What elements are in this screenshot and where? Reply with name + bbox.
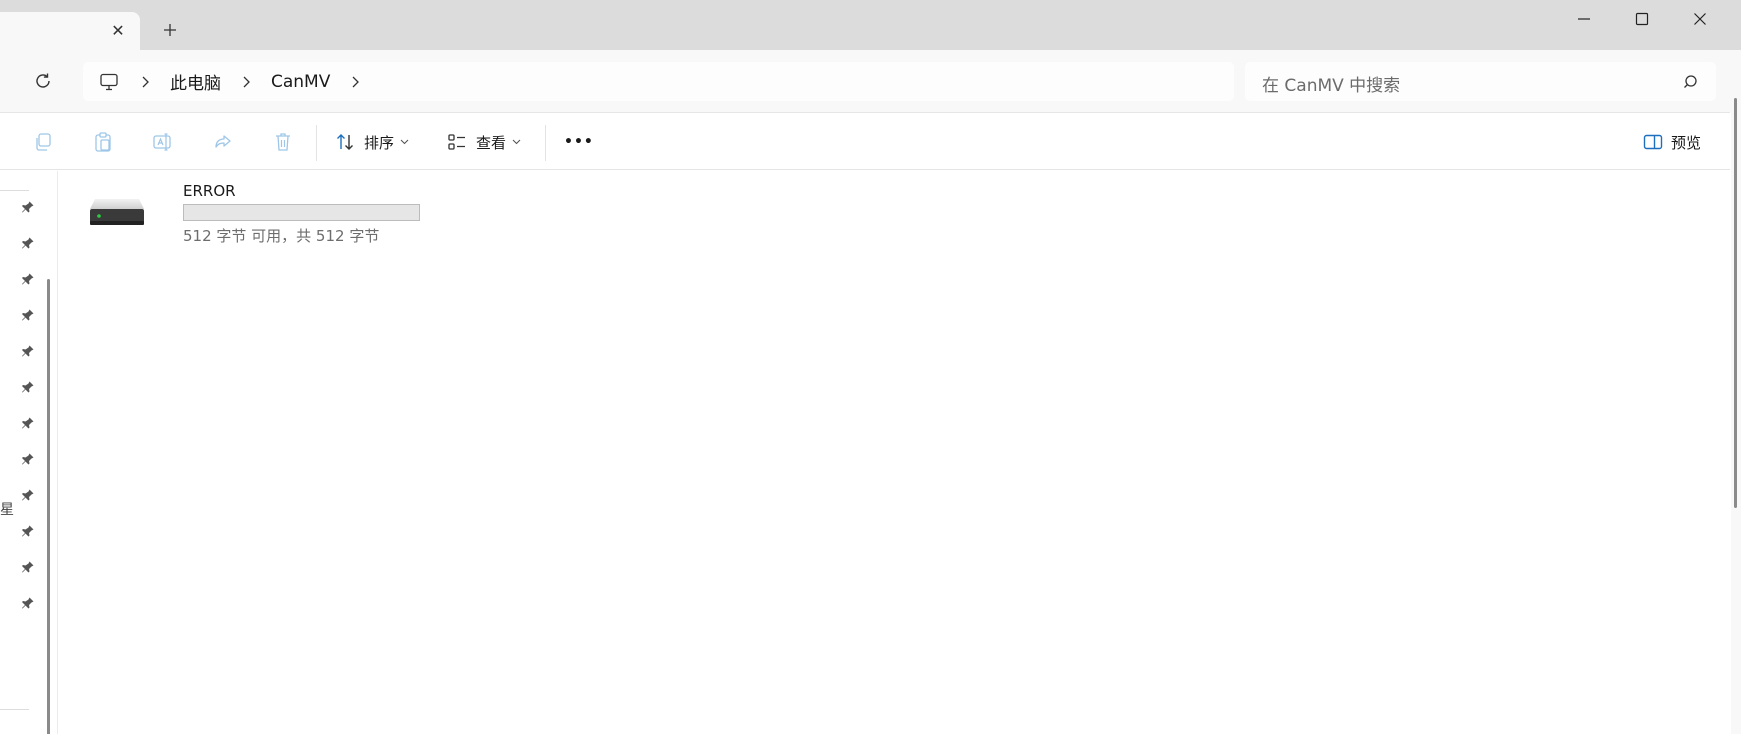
breadcrumb-canmv[interactable]: CanMV — [271, 72, 330, 92]
toolbar-divider — [316, 125, 317, 161]
chevron-down-icon — [512, 139, 521, 145]
maximize-icon — [1635, 12, 1649, 26]
preview-label: 预览 — [1671, 133, 1702, 152]
refresh-icon — [36, 73, 50, 88]
view-label: 查看 — [476, 133, 507, 152]
scrollbar-thumb[interactable] — [1734, 98, 1737, 508]
pin-icon[interactable] — [20, 451, 36, 467]
pin-icon[interactable] — [20, 487, 36, 503]
drive-icon — [90, 199, 144, 225]
pin-icon[interactable] — [20, 271, 36, 287]
toolbar-divider — [545, 125, 546, 161]
drive-item[interactable]: ERROR 512 字节 可用，共 512 字节 — [89, 181, 420, 247]
minimize-icon — [1578, 18, 1590, 20]
maximize-button[interactable] — [1613, 0, 1671, 38]
nav-scrollbar[interactable] — [47, 279, 50, 734]
copy-icon[interactable] — [30, 129, 56, 155]
tab-close-button[interactable]: ✕ — [110, 21, 126, 40]
plus-icon — [164, 24, 176, 36]
command-bar: 排序 查看 ••• 预览 — [0, 112, 1730, 170]
breadcrumb[interactable]: 此电脑 CanMV — [83, 62, 1234, 101]
computer-icon[interactable] — [98, 71, 120, 93]
content-area: ERROR 512 字节 可用，共 512 字节 — [60, 171, 1730, 734]
pin-icon[interactable] — [20, 523, 36, 539]
preview-pane-button[interactable]: 预览 — [1643, 126, 1701, 158]
tab-canmv[interactable]: ✕ — [0, 12, 140, 50]
pin-icon[interactable] — [20, 343, 36, 359]
more-icon: ••• — [564, 134, 594, 150]
navigation-pane: 星 — [0, 171, 58, 734]
breadcrumb-this-pc[interactable]: 此电脑 — [170, 69, 221, 94]
sort-icon — [337, 134, 353, 150]
rename-icon[interactable] — [150, 129, 176, 155]
delete-icon[interactable] — [270, 129, 296, 155]
more-options-button[interactable]: ••• — [564, 126, 594, 158]
close-icon — [1694, 13, 1706, 25]
close-window-button[interactable] — [1671, 0, 1729, 38]
pin-icon[interactable] — [20, 307, 36, 323]
pin-icon[interactable] — [20, 235, 36, 251]
pin-icon[interactable] — [20, 595, 36, 611]
drive-usage-bar — [183, 204, 420, 221]
new-tab-button[interactable] — [158, 18, 182, 42]
address-row: 此电脑 CanMV 在 CanMV 中搜索 — [0, 50, 1741, 112]
pin-icon[interactable] — [20, 415, 36, 431]
nav-divider — [0, 190, 29, 191]
drive-name: ERROR — [183, 182, 236, 200]
nav-item-truncated-label[interactable]: 星 — [0, 499, 14, 519]
search-icon[interactable] — [1683, 73, 1701, 91]
sort-button[interactable]: 排序 — [335, 126, 409, 158]
pin-icon[interactable] — [20, 199, 36, 215]
chevron-right-icon[interactable] — [139, 75, 151, 89]
content-scrollbar[interactable] — [1731, 50, 1741, 734]
pin-icon[interactable] — [20, 379, 36, 395]
drive-space-text: 512 字节 可用，共 512 字节 — [183, 227, 380, 245]
file-explorer-window: ✕ 此电脑 CanMV 在 CanMV 中搜索 排序 查看 ••• 预览 星 E… — [0, 0, 1741, 734]
chevron-right-icon[interactable] — [349, 75, 361, 89]
sort-label: 排序 — [364, 133, 395, 152]
view-icon — [448, 134, 465, 150]
chevron-right-icon[interactable] — [240, 75, 252, 89]
minimize-button[interactable] — [1555, 0, 1613, 38]
paste-icon[interactable] — [90, 129, 116, 155]
refresh-button[interactable] — [30, 68, 56, 94]
chevron-down-icon — [400, 139, 409, 145]
title-bar: ✕ — [0, 0, 1741, 50]
preview-pane-icon — [1643, 134, 1663, 150]
search-box[interactable]: 在 CanMV 中搜索 — [1245, 62, 1716, 101]
pin-icon[interactable] — [20, 559, 36, 575]
share-icon[interactable] — [210, 129, 236, 155]
search-input[interactable]: 在 CanMV 中搜索 — [1262, 71, 1400, 96]
view-button[interactable]: 查看 — [447, 126, 521, 158]
nav-divider — [0, 709, 29, 710]
